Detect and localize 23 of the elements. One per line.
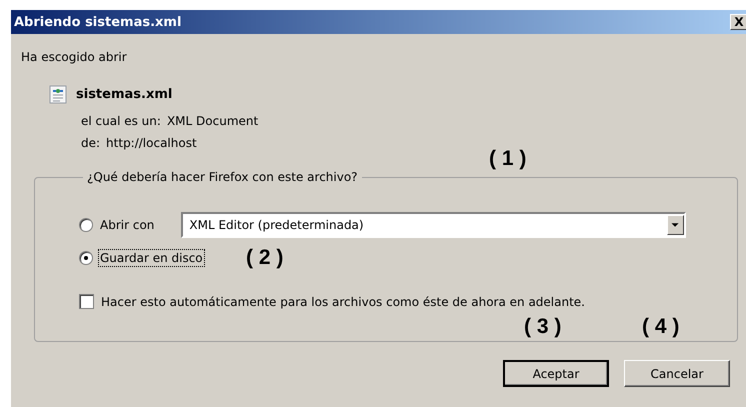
application-dropdown[interactable]: XML Editor (predeterminada): [181, 212, 686, 238]
cancel-button[interactable]: Cancelar: [624, 360, 730, 387]
intro-text: Ha escogido abrir: [21, 50, 128, 64]
annotation-label: ( 3 ): [524, 316, 562, 337]
source-value: http://localhost: [106, 136, 197, 150]
option-label[interactable]: Abrir con: [99, 216, 156, 232]
close-button[interactable]: X: [730, 14, 746, 30]
annotation-label: ( 1 ): [489, 148, 526, 169]
type-value: XML Document: [166, 114, 258, 128]
checkbox[interactable]: [79, 294, 94, 309]
annotation-label: ( 2 ): [246, 247, 284, 268]
radio-button[interactable]: [79, 250, 93, 264]
accept-button[interactable]: Aceptar: [503, 360, 609, 387]
source-label: de:: [81, 136, 100, 150]
file-name: sistemas.xml: [76, 87, 172, 102]
annotation-label: ( 4 ): [642, 316, 680, 337]
radio-button[interactable]: [79, 218, 93, 232]
option-label[interactable]: Guardar en disco: [99, 250, 204, 266]
window-title: Abriendo sistemas.xml: [14, 14, 182, 30]
document-icon: [49, 85, 67, 104]
checkbox-label[interactable]: Hacer esto automáticamente para los archivos como éste de ahora en adelante.: [101, 294, 585, 308]
type-label: el cual es un:: [81, 114, 161, 128]
group-legend: ¿Qué debería hacer Firefox con este archivo?: [83, 170, 362, 184]
